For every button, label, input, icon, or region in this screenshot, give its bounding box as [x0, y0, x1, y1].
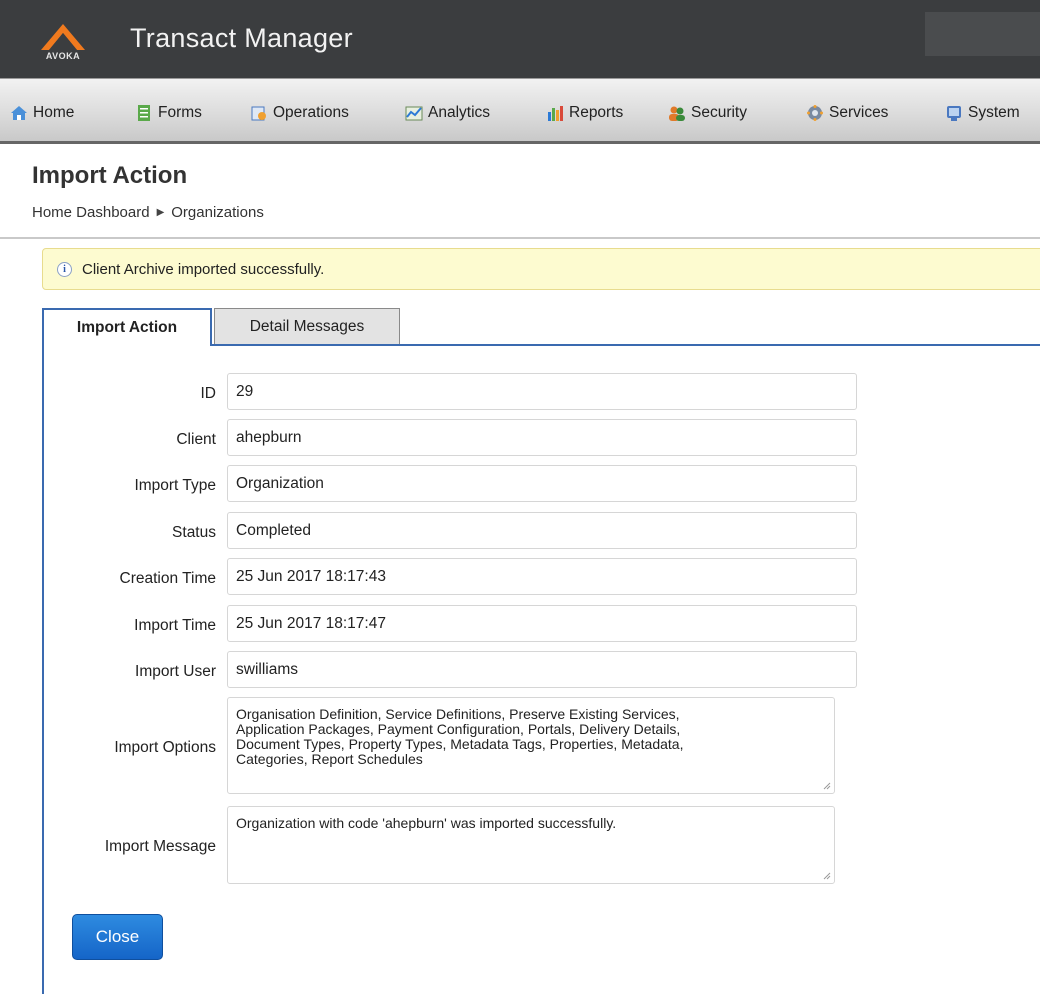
system-icon — [945, 104, 963, 122]
app-header: AVOKA Transact Manager — [0, 0, 1040, 78]
close-button[interactable]: Close — [72, 914, 163, 960]
divider — [0, 237, 1040, 239]
nav-item-forms[interactable]: Forms — [135, 103, 202, 123]
nav-item-services[interactable]: Services — [806, 103, 888, 123]
header-search-box[interactable] — [925, 12, 1040, 56]
nav-item-analytics[interactable]: Analytics — [405, 103, 490, 123]
id-label: ID — [200, 385, 217, 402]
breadcrumb-separator-icon: ▶ — [156, 207, 165, 218]
resize-grip-icon[interactable] — [823, 782, 831, 790]
nav-item-label: Home — [33, 104, 75, 121]
import-type-field[interactable]: Organization — [227, 465, 857, 502]
import-options-label: Import Options — [114, 739, 216, 756]
creation-time-field[interactable]: 25 Jun 2017 18:17:43 — [227, 558, 857, 595]
nav-item-home[interactable]: Home — [10, 103, 74, 123]
import-options-textarea[interactable]: Organisation Definition, Service Definit… — [227, 697, 835, 794]
status-field[interactable]: Completed — [227, 512, 857, 549]
success-alert: i Client Archive imported successfully. — [42, 248, 1040, 290]
client-label: Client — [176, 431, 216, 448]
nav-item-label: Forms — [158, 104, 202, 121]
tab-detail-messages[interactable]: Detail Messages — [214, 308, 400, 344]
nav-item-security[interactable]: Security — [668, 103, 747, 123]
analytics-icon — [405, 104, 423, 122]
nav-item-label: Security — [691, 104, 747, 121]
page-title: Import Action — [32, 162, 188, 189]
import-user-label: Import User — [135, 663, 216, 680]
home-icon — [10, 104, 28, 122]
import-time-field[interactable]: 25 Jun 2017 18:17:47 — [227, 605, 857, 642]
import-message-textarea[interactable]: Organization with code 'ahepburn' was im… — [227, 806, 835, 884]
creation-time-label: Creation Time — [119, 570, 216, 587]
operations-icon — [250, 104, 268, 122]
import-type-label: Import Type — [134, 477, 216, 494]
status-label: Status — [172, 524, 216, 541]
import-message-text: Organization with code 'ahepburn' was im… — [236, 815, 617, 831]
info-icon: i — [57, 261, 72, 277]
nav-item-label: Reports — [569, 104, 624, 121]
import-options-line: Organisation Definition, Service Definit… — [236, 706, 680, 722]
resize-grip-icon[interactable] — [823, 872, 831, 880]
breadcrumb-home-link[interactable]: Home Dashboard — [32, 204, 150, 221]
client-field[interactable]: ahepburn — [227, 419, 857, 456]
main-nav: Home Forms Operations Analytics Reports … — [0, 78, 1040, 144]
forms-icon — [135, 104, 153, 122]
import-user-field[interactable]: swilliams — [227, 651, 857, 688]
breadcrumb-organizations-link[interactable]: Organizations — [171, 204, 264, 221]
alert-message: Client Archive imported successfully. — [82, 260, 325, 278]
nav-item-system[interactable]: System — [945, 103, 1020, 123]
nav-item-reports[interactable]: Reports — [546, 103, 623, 123]
tab-import-action[interactable]: Import Action — [42, 308, 212, 346]
nav-item-label: Operations — [273, 104, 349, 121]
import-message-label: Import Message — [104, 838, 216, 855]
import-options-line: Document Types, Property Types, Metadata… — [236, 736, 684, 752]
security-icon — [668, 104, 686, 122]
logo-text: AVOKA — [45, 51, 81, 61]
nav-item-operations[interactable]: Operations — [250, 103, 349, 123]
breadcrumb: Home Dashboard ▶ Organizations — [32, 204, 264, 221]
app-title: Transact Manager — [130, 23, 353, 53]
reports-icon — [546, 104, 564, 122]
import-options-line: Application Packages, Payment Configurat… — [236, 721, 681, 737]
id-field[interactable]: 29 — [227, 373, 857, 410]
nav-item-label: Services — [829, 104, 889, 121]
import-time-label: Import Time — [134, 617, 216, 634]
services-icon — [806, 104, 824, 122]
nav-item-label: Analytics — [428, 104, 491, 121]
import-options-line: Categories, Report Schedules — [236, 751, 423, 767]
nav-item-label: System — [968, 104, 1020, 121]
